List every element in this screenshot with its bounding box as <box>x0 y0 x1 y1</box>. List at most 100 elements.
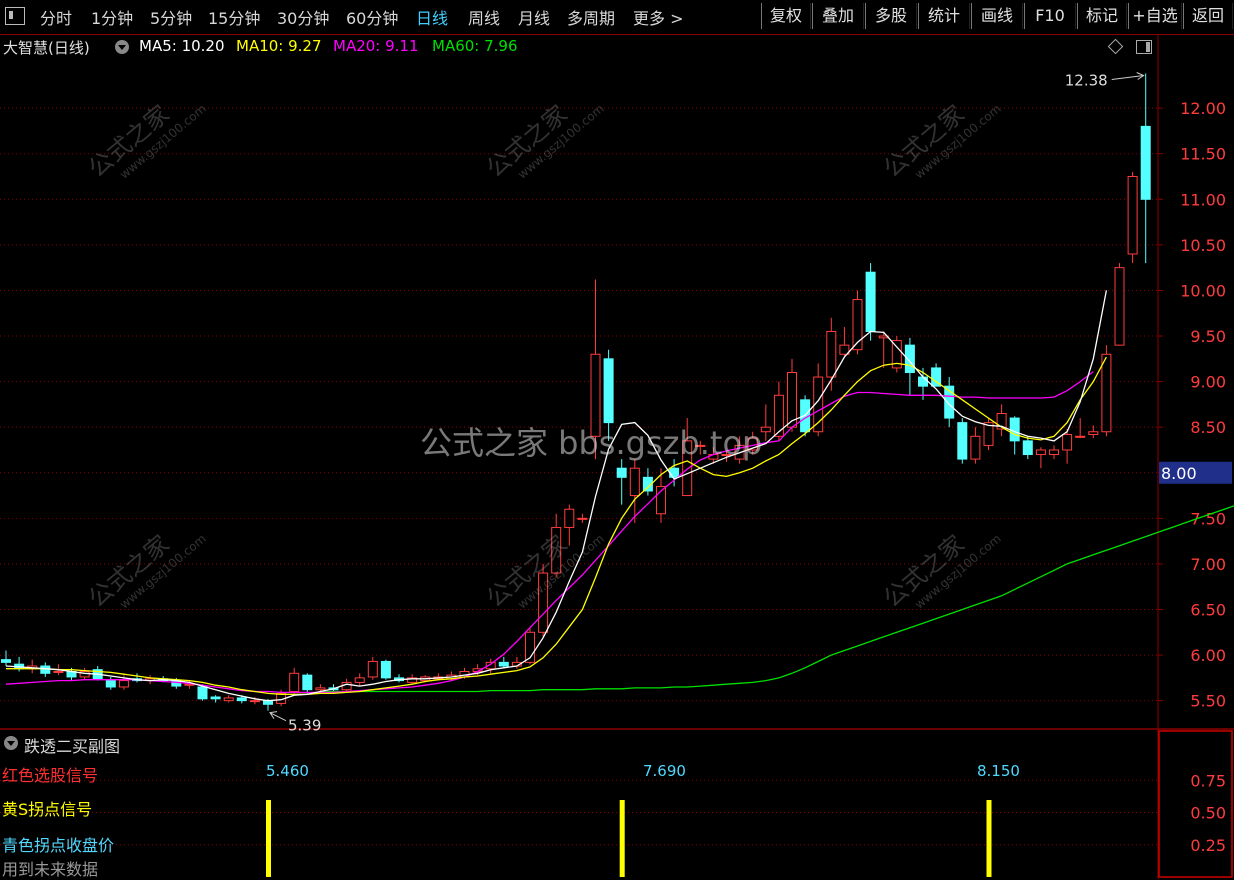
candle-body <box>315 687 326 691</box>
candle <box>132 673 142 683</box>
y-tick-label: 12.00 <box>1180 99 1226 118</box>
candle <box>354 673 365 687</box>
y-tick-label: 7.00 <box>1190 555 1226 574</box>
signal-value: 8.150 <box>977 762 1020 780</box>
candle <box>1101 345 1112 437</box>
yellow-signal-label: 黄S拐点信号 <box>2 800 93 819</box>
candle <box>1114 263 1125 346</box>
ma60-line <box>320 505 1234 693</box>
candle <box>970 427 981 464</box>
candle <box>27 659 38 674</box>
candle <box>145 675 156 685</box>
candle-body <box>669 467 680 478</box>
candle <box>957 418 968 464</box>
candle <box>1022 436 1033 460</box>
candle-body <box>865 271 876 332</box>
candle-body <box>1088 431 1099 435</box>
candle <box>760 404 771 441</box>
candle-body <box>603 358 614 424</box>
y-tick-label: 8.50 <box>1190 418 1226 437</box>
candle-body <box>289 672 300 693</box>
candle-body <box>773 394 784 437</box>
candle <box>865 263 876 341</box>
candle <box>891 336 902 373</box>
sub-y-tick-label: 0.75 <box>1190 771 1226 790</box>
candle-body <box>760 426 771 433</box>
candle-body <box>249 700 260 703</box>
candle-body <box>236 697 247 702</box>
candle <box>616 459 627 505</box>
candle <box>852 290 863 355</box>
signal-value: 7.690 <box>643 762 686 780</box>
candle-body <box>498 661 509 667</box>
current-price-label: 8.00 <box>1161 464 1197 483</box>
candle-body <box>629 467 640 497</box>
candle <box>367 656 378 680</box>
candle <box>656 468 666 523</box>
candle <box>302 673 313 694</box>
candle <box>40 662 51 677</box>
y-tick-label: 9.50 <box>1190 327 1226 346</box>
candle-body <box>302 674 313 691</box>
candle-body <box>1009 417 1020 442</box>
candle-body <box>118 680 129 688</box>
sub-y-tick-label: 0.25 <box>1190 836 1226 855</box>
yellow-signal-bar <box>986 800 992 877</box>
y-tick-label: 9.00 <box>1190 373 1226 392</box>
candle-body <box>197 686 208 700</box>
sub-y-tick-label: 0.50 <box>1190 804 1226 823</box>
candle <box>525 627 535 665</box>
candle <box>839 326 850 357</box>
candle-body <box>1114 267 1125 346</box>
candle <box>498 656 509 668</box>
y-tick-label: 6.00 <box>1190 646 1226 665</box>
candle <box>1075 418 1086 439</box>
candle-body <box>380 660 391 679</box>
candle-body <box>1075 435 1086 438</box>
candle-body <box>1140 125 1151 200</box>
candle <box>1 650 11 667</box>
candle-body <box>1035 449 1046 456</box>
candle-body <box>957 422 968 460</box>
candle <box>394 674 404 683</box>
candle-body <box>1022 440 1033 456</box>
y-tick-label: 6.50 <box>1190 600 1226 619</box>
y-tick-label: 10.50 <box>1180 236 1226 255</box>
chevron-down-icon[interactable] <box>4 736 18 750</box>
candle-body <box>354 677 365 683</box>
candle <box>1049 445 1059 460</box>
candle <box>983 418 994 450</box>
candle <box>223 695 234 703</box>
candle <box>996 404 1007 437</box>
cyan-signal-label: 青色拐点收盘价 <box>2 836 115 855</box>
candle <box>1035 447 1046 469</box>
candle-body <box>1101 353 1112 433</box>
yellow-signal-bar <box>619 800 625 877</box>
candle <box>105 676 116 690</box>
candle-body <box>341 681 352 691</box>
candle <box>1127 171 1138 264</box>
y-tick-label: 10.00 <box>1180 281 1226 300</box>
candle <box>1140 73 1151 264</box>
ma5-line <box>5 290 1108 702</box>
candle-body <box>1127 176 1138 255</box>
candle <box>944 377 955 428</box>
candle <box>931 363 942 387</box>
candle <box>380 659 391 680</box>
sub-panel-title[interactable]: 跌透二买副图 <box>24 733 120 757</box>
future-data-note: 用到未来数据 <box>2 860 99 879</box>
candle <box>289 667 300 694</box>
candle <box>210 695 221 703</box>
watermark-main: 公式之家 bbs.gszb.top <box>420 424 763 462</box>
low-price-label: 5.39 <box>288 717 321 735</box>
candle-body <box>223 697 234 702</box>
candle-body <box>367 660 378 678</box>
candle-body <box>40 665 51 674</box>
candle-body <box>53 670 64 673</box>
candle-body <box>616 467 627 478</box>
candle-body <box>105 680 116 688</box>
candle-body <box>918 376 928 387</box>
candle <box>878 331 889 368</box>
red-signal-label: 红色选股信号 <box>2 766 99 785</box>
candle-body <box>1062 433 1073 451</box>
